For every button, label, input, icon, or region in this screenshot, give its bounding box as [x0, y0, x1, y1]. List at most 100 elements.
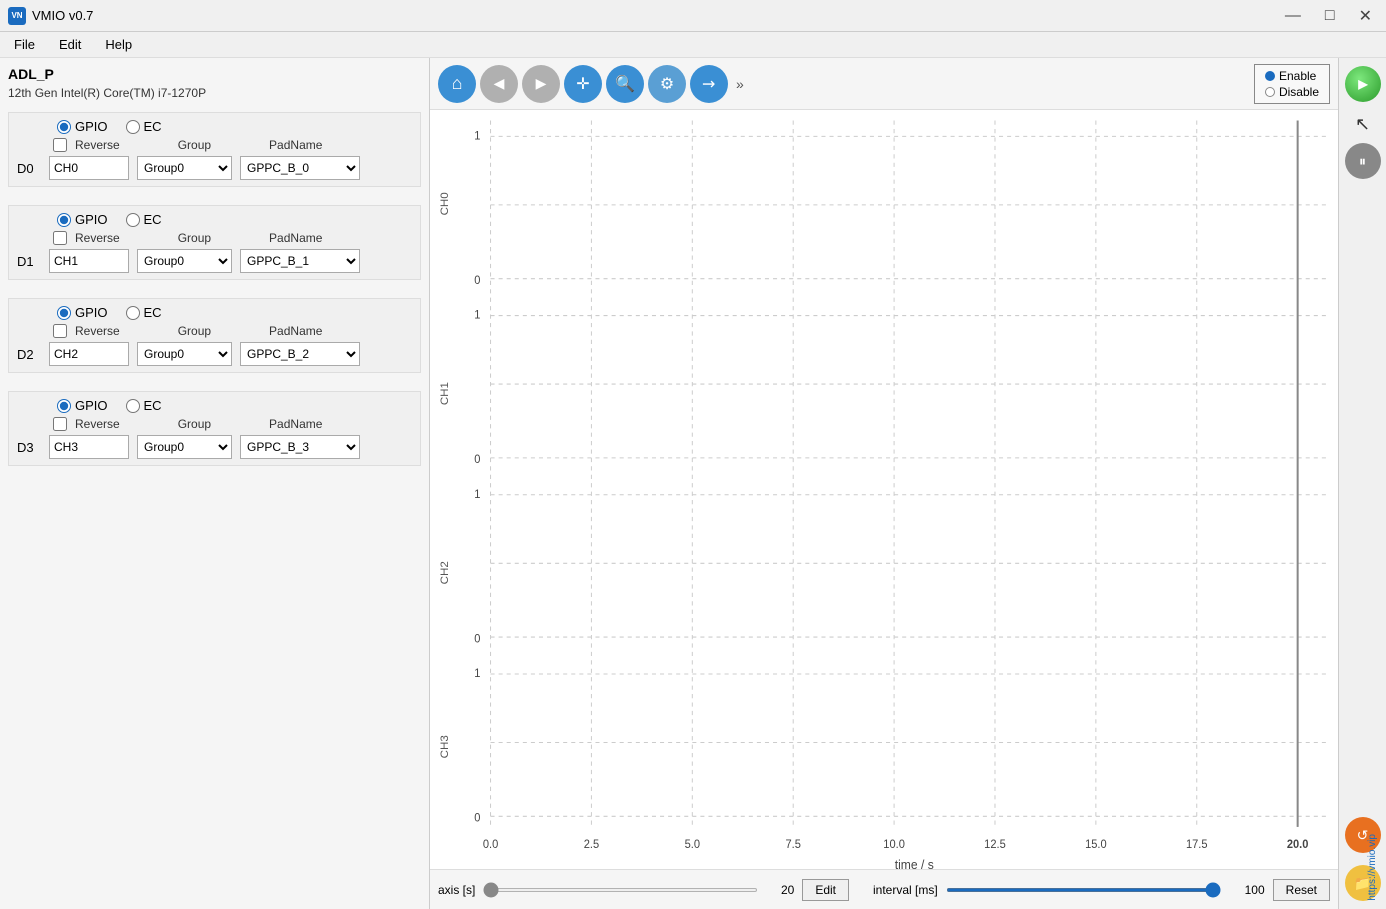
gpio-label-d0: GPIO — [75, 119, 108, 134]
gpio-radio-d0[interactable] — [57, 120, 71, 134]
reverse-checkbox-d1[interactable] — [53, 231, 67, 245]
menu-help[interactable]: Help — [95, 34, 142, 55]
gpio-radio-label-d0[interactable]: GPIO — [57, 119, 108, 134]
enable-dot — [1265, 71, 1275, 81]
svg-text:0: 0 — [474, 275, 480, 287]
settings-button[interactable]: ⚙ — [648, 65, 686, 103]
ec-label-d3: EC — [144, 398, 162, 413]
group-col-label-d0: Group — [178, 138, 211, 152]
start-button[interactable]: ▶ — [1345, 66, 1381, 102]
export-button[interactable]: ↗ — [690, 65, 728, 103]
ec-radio-d3[interactable] — [126, 399, 140, 413]
move-button[interactable]: ✛ — [564, 65, 602, 103]
axis-slider[interactable] — [483, 888, 758, 892]
ch3-input[interactable] — [49, 435, 129, 459]
d0-label: D0 — [17, 161, 41, 176]
ch3-label: CH3 — [439, 735, 451, 758]
forward-button[interactable]: ▶ — [522, 65, 560, 103]
field-headers-d2: Reverse Group PadName — [17, 324, 412, 338]
ch0-input[interactable] — [49, 156, 129, 180]
field-headers-d1: Reverse Group PadName — [17, 231, 412, 245]
back-button[interactable]: ◀ — [480, 65, 518, 103]
svg-text:15.0: 15.0 — [1085, 839, 1107, 851]
ec-radio-d2[interactable] — [126, 306, 140, 320]
gpio-radio-label-d2[interactable]: GPIO — [57, 305, 108, 320]
ch1-label: CH1 — [439, 382, 451, 405]
padname1-select[interactable]: GPPC_B_0 GPPC_B_1 GPPC_B_2 GPPC_B_3 — [240, 249, 360, 273]
minimize-button[interactable]: — — [1279, 5, 1307, 27]
start-icon: ▶ — [1358, 77, 1366, 91]
settings-icon: ⚙ — [660, 74, 674, 94]
channel-input-row-d0: D0 Group0 Group1 Group2 GPPC_B_0 GPPC_B_… — [17, 156, 412, 180]
gpio-label-d1: GPIO — [75, 212, 108, 227]
more-button[interactable]: » — [732, 72, 748, 96]
pause-icon: ⏸ — [1359, 153, 1366, 170]
enable-disable-panel: Enable Disable — [1254, 64, 1330, 104]
axis-max-val: 20 — [766, 883, 794, 897]
disable-label: Disable — [1279, 85, 1319, 99]
menu-file[interactable]: File — [4, 34, 45, 55]
svg-text:1: 1 — [474, 130, 480, 142]
vmio-link[interactable]: https://vmio.vip — [1367, 834, 1378, 901]
channel-block-d2: GPIO EC Reverse Group PadName D2 Group0 — [8, 298, 421, 373]
ch1-input[interactable] — [49, 249, 129, 273]
group-col-label-d2: Group — [178, 324, 211, 338]
ec-radio-label-d1[interactable]: EC — [126, 212, 162, 227]
reverse-checkbox-d0[interactable] — [53, 138, 67, 152]
svg-text:1: 1 — [474, 310, 480, 322]
close-button[interactable]: ✕ — [1353, 4, 1378, 28]
app-logo: VN — [8, 7, 26, 25]
field-headers-d0: Reverse Group PadName — [17, 138, 412, 152]
d3-label: D3 — [17, 440, 41, 455]
svg-text:17.5: 17.5 — [1186, 839, 1208, 851]
bottom-bar: axis [s] 20 Edit interval [ms] 100 Reset — [430, 869, 1338, 909]
gpio-radio-label-d1[interactable]: GPIO — [57, 212, 108, 227]
group0-select[interactable]: Group0 Group1 Group2 — [137, 156, 232, 180]
app-title: VMIO v0.7 — [32, 8, 93, 23]
maximize-button[interactable]: □ — [1319, 5, 1341, 27]
padname0-select[interactable]: GPPC_B_0 GPPC_B_1 GPPC_B_2 GPPC_B_3 — [240, 156, 360, 180]
padname2-select[interactable]: GPPC_B_0 GPPC_B_1 GPPC_B_2 GPPC_B_3 — [240, 342, 360, 366]
ec-radio-d1[interactable] — [126, 213, 140, 227]
group3-select[interactable]: Group0 Group1 Group2 — [137, 435, 232, 459]
gpio-label-d2: GPIO — [75, 305, 108, 320]
ch2-input[interactable] — [49, 342, 129, 366]
reverse-checkbox-d2[interactable] — [53, 324, 67, 338]
move-icon: ✛ — [576, 74, 589, 94]
menubar: File Edit Help — [0, 32, 1386, 58]
padname-col-label-d3: PadName — [269, 417, 322, 431]
gpio-radio-d2[interactable] — [57, 306, 71, 320]
home-button[interactable]: ⌂ — [438, 65, 476, 103]
pause-button[interactable]: ⏸ — [1345, 143, 1381, 179]
padname-col-label-d0: PadName — [269, 138, 322, 152]
device-name: ADL_P — [8, 66, 421, 82]
gpio-radio-label-d3[interactable]: GPIO — [57, 398, 108, 413]
ec-radio-d0[interactable] — [126, 120, 140, 134]
padname3-select[interactable]: GPPC_B_0 GPPC_B_1 GPPC_B_2 GPPC_B_3 — [240, 435, 360, 459]
svg-text:1: 1 — [474, 489, 480, 501]
reverse-col-label-d2: Reverse — [75, 324, 120, 338]
channel-input-row-d2: D2 Group0 Group1 Group2 GPPC_B_0 GPPC_B_… — [17, 342, 412, 366]
chart-area: CH0 1 0 CH1 1 0 CH2 1 0 — [430, 110, 1338, 869]
titlebar-controls: — □ ✕ — [1279, 4, 1378, 28]
edit-button[interactable]: Edit — [802, 879, 849, 901]
home-icon: ⌂ — [452, 73, 463, 94]
titlebar-left: VN VMIO v0.7 — [8, 7, 93, 25]
zoom-icon: 🔍 — [615, 74, 635, 94]
group1-select[interactable]: Group0 Group1 Group2 — [137, 249, 232, 273]
menu-edit[interactable]: Edit — [49, 34, 91, 55]
svg-text:0: 0 — [474, 633, 480, 645]
enable-label: Enable — [1279, 69, 1316, 83]
zoom-button[interactable]: 🔍 — [606, 65, 644, 103]
ec-label-d2: EC — [144, 305, 162, 320]
gpio-radio-d1[interactable] — [57, 213, 71, 227]
ec-radio-label-d0[interactable]: EC — [126, 119, 162, 134]
channel-block-d3: GPIO EC Reverse Group PadName D3 Group0 — [8, 391, 421, 466]
group2-select[interactable]: Group0 Group1 Group2 — [137, 342, 232, 366]
ec-radio-label-d2[interactable]: EC — [126, 305, 162, 320]
reset-button[interactable]: Reset — [1273, 879, 1330, 901]
reverse-checkbox-d3[interactable] — [53, 417, 67, 431]
interval-slider[interactable] — [946, 888, 1221, 892]
ec-radio-label-d3[interactable]: EC — [126, 398, 162, 413]
gpio-radio-d3[interactable] — [57, 399, 71, 413]
